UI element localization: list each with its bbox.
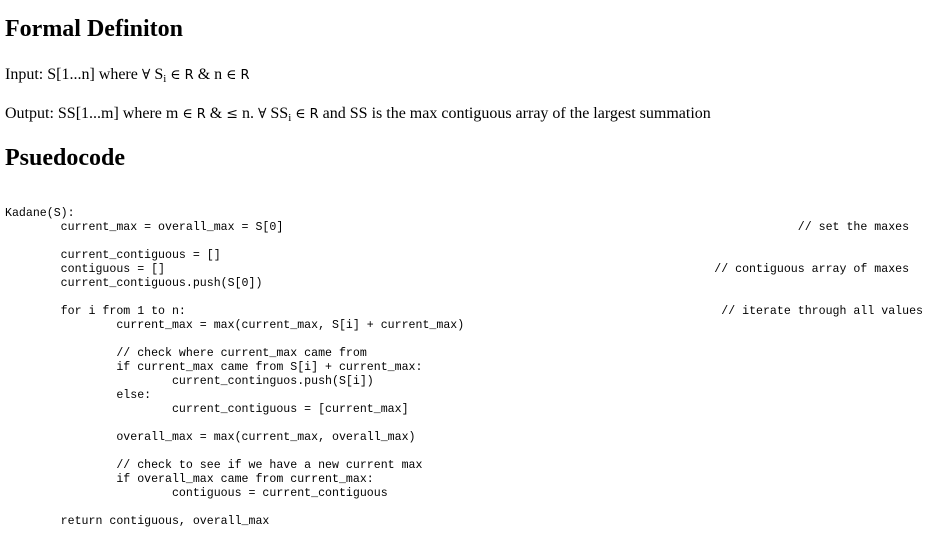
input-subscript: i	[163, 73, 167, 85]
code-text: contiguous = []	[5, 263, 166, 276]
output-description: and SS is the max contiguous array of th…	[322, 105, 711, 122]
code-line: else:	[5, 389, 923, 403]
element-of-symbol: ∈	[295, 106, 306, 122]
document-page: Formal Definiton Input: S[1...n] where ∀…	[5, 0, 923, 535]
pseudocode-heading: Psuedocode	[5, 145, 125, 171]
code-line: current_continguos.push(S[i])	[5, 375, 923, 389]
code-line: current_contiguous = [current_max]	[5, 403, 923, 417]
code-text: // check to see if we have a new current…	[5, 459, 423, 472]
code-line: contiguous = current_contiguous	[5, 487, 923, 501]
output-definition: Output: SS[1...m] where m ∈ R & ≤ n. ∀ S…	[5, 104, 711, 125]
reals-symbol: R	[240, 68, 250, 83]
code-line: // check where current_max came from	[5, 347, 923, 361]
formal-definition-heading: Formal Definiton	[5, 16, 183, 42]
ampersand: &	[209, 105, 223, 122]
code-comment: // set the maxes	[797, 221, 923, 234]
output-subscript: i	[288, 112, 292, 124]
input-variable: S	[154, 66, 164, 83]
reals-symbol: R	[309, 107, 319, 122]
code-comment: // contiguous array of maxes	[714, 263, 923, 276]
code-text: if overall_max came from current_max:	[5, 473, 374, 486]
code-text: // check where current_max came from	[5, 347, 367, 360]
code-text: current_continguos.push(S[i])	[5, 375, 374, 388]
code-text: current_contiguous.push(S[0])	[5, 277, 263, 290]
code-comment: // iterate through all values	[721, 305, 923, 318]
reals-symbol: R	[196, 107, 206, 122]
pseudocode-block: Kadane(S): current_max = overall_max = S…	[5, 207, 923, 529]
code-line: overall_max = max(current_max, overall_m…	[5, 431, 923, 445]
code-text: if current_max came from S[i] + current_…	[5, 361, 423, 374]
code-line: current_contiguous = []	[5, 249, 923, 263]
code-line: contiguous = [] // contiguous array of ma…	[5, 263, 923, 277]
code-text: contiguous = current_contiguous	[5, 487, 388, 500]
input-label: Input: S[1...n] where	[5, 66, 138, 83]
code-text: return contiguous, overall_max	[5, 515, 270, 528]
forall-symbol: ∀	[141, 67, 151, 83]
code-text: current_contiguous = [current_max]	[5, 403, 409, 416]
code-text: for i from 1 to n:	[5, 305, 186, 318]
code-line: // check to see if we have a new current…	[5, 459, 923, 473]
code-text: current_contiguous = []	[5, 249, 221, 262]
code-text: Kadane(S):	[5, 207, 75, 220]
reals-symbol: R	[184, 68, 194, 83]
element-of-symbol: ∈	[226, 67, 237, 83]
code-line: current_max = max(current_max, S[i] + cu…	[5, 319, 923, 333]
input-n: n	[214, 66, 223, 83]
output-label: Output: SS[1...m] where m	[5, 105, 179, 122]
code-line: if overall_max came from current_max:	[5, 473, 923, 487]
code-text: overall_max = max(current_max, overall_m…	[5, 431, 416, 444]
code-line: current_contiguous.push(S[0])	[5, 277, 923, 291]
code-line: current_max = overall_max = S[0] // set t…	[5, 221, 923, 235]
code-text: current_max = max(current_max, S[i] + cu…	[5, 319, 465, 332]
output-variable: SS	[270, 105, 289, 122]
code-line: Kadane(S):	[5, 207, 923, 221]
code-line: if current_max came from S[i] + current_…	[5, 361, 923, 375]
element-of-symbol: ∈	[182, 106, 193, 122]
ampersand: &	[197, 66, 211, 83]
leq-symbol: ≤	[226, 106, 238, 122]
code-text: current_max = overall_max = S[0]	[5, 221, 284, 234]
forall-symbol: ∀	[257, 106, 267, 122]
code-line: return contiguous, overall_max	[5, 515, 923, 529]
code-text: else:	[5, 389, 152, 402]
element-of-symbol: ∈	[170, 67, 181, 83]
code-line: for i from 1 to n: // iterate through all…	[5, 305, 923, 319]
output-n: n.	[241, 105, 254, 122]
input-definition: Input: S[1...n] where ∀ Si ∈ R & n ∈ R	[5, 65, 250, 86]
